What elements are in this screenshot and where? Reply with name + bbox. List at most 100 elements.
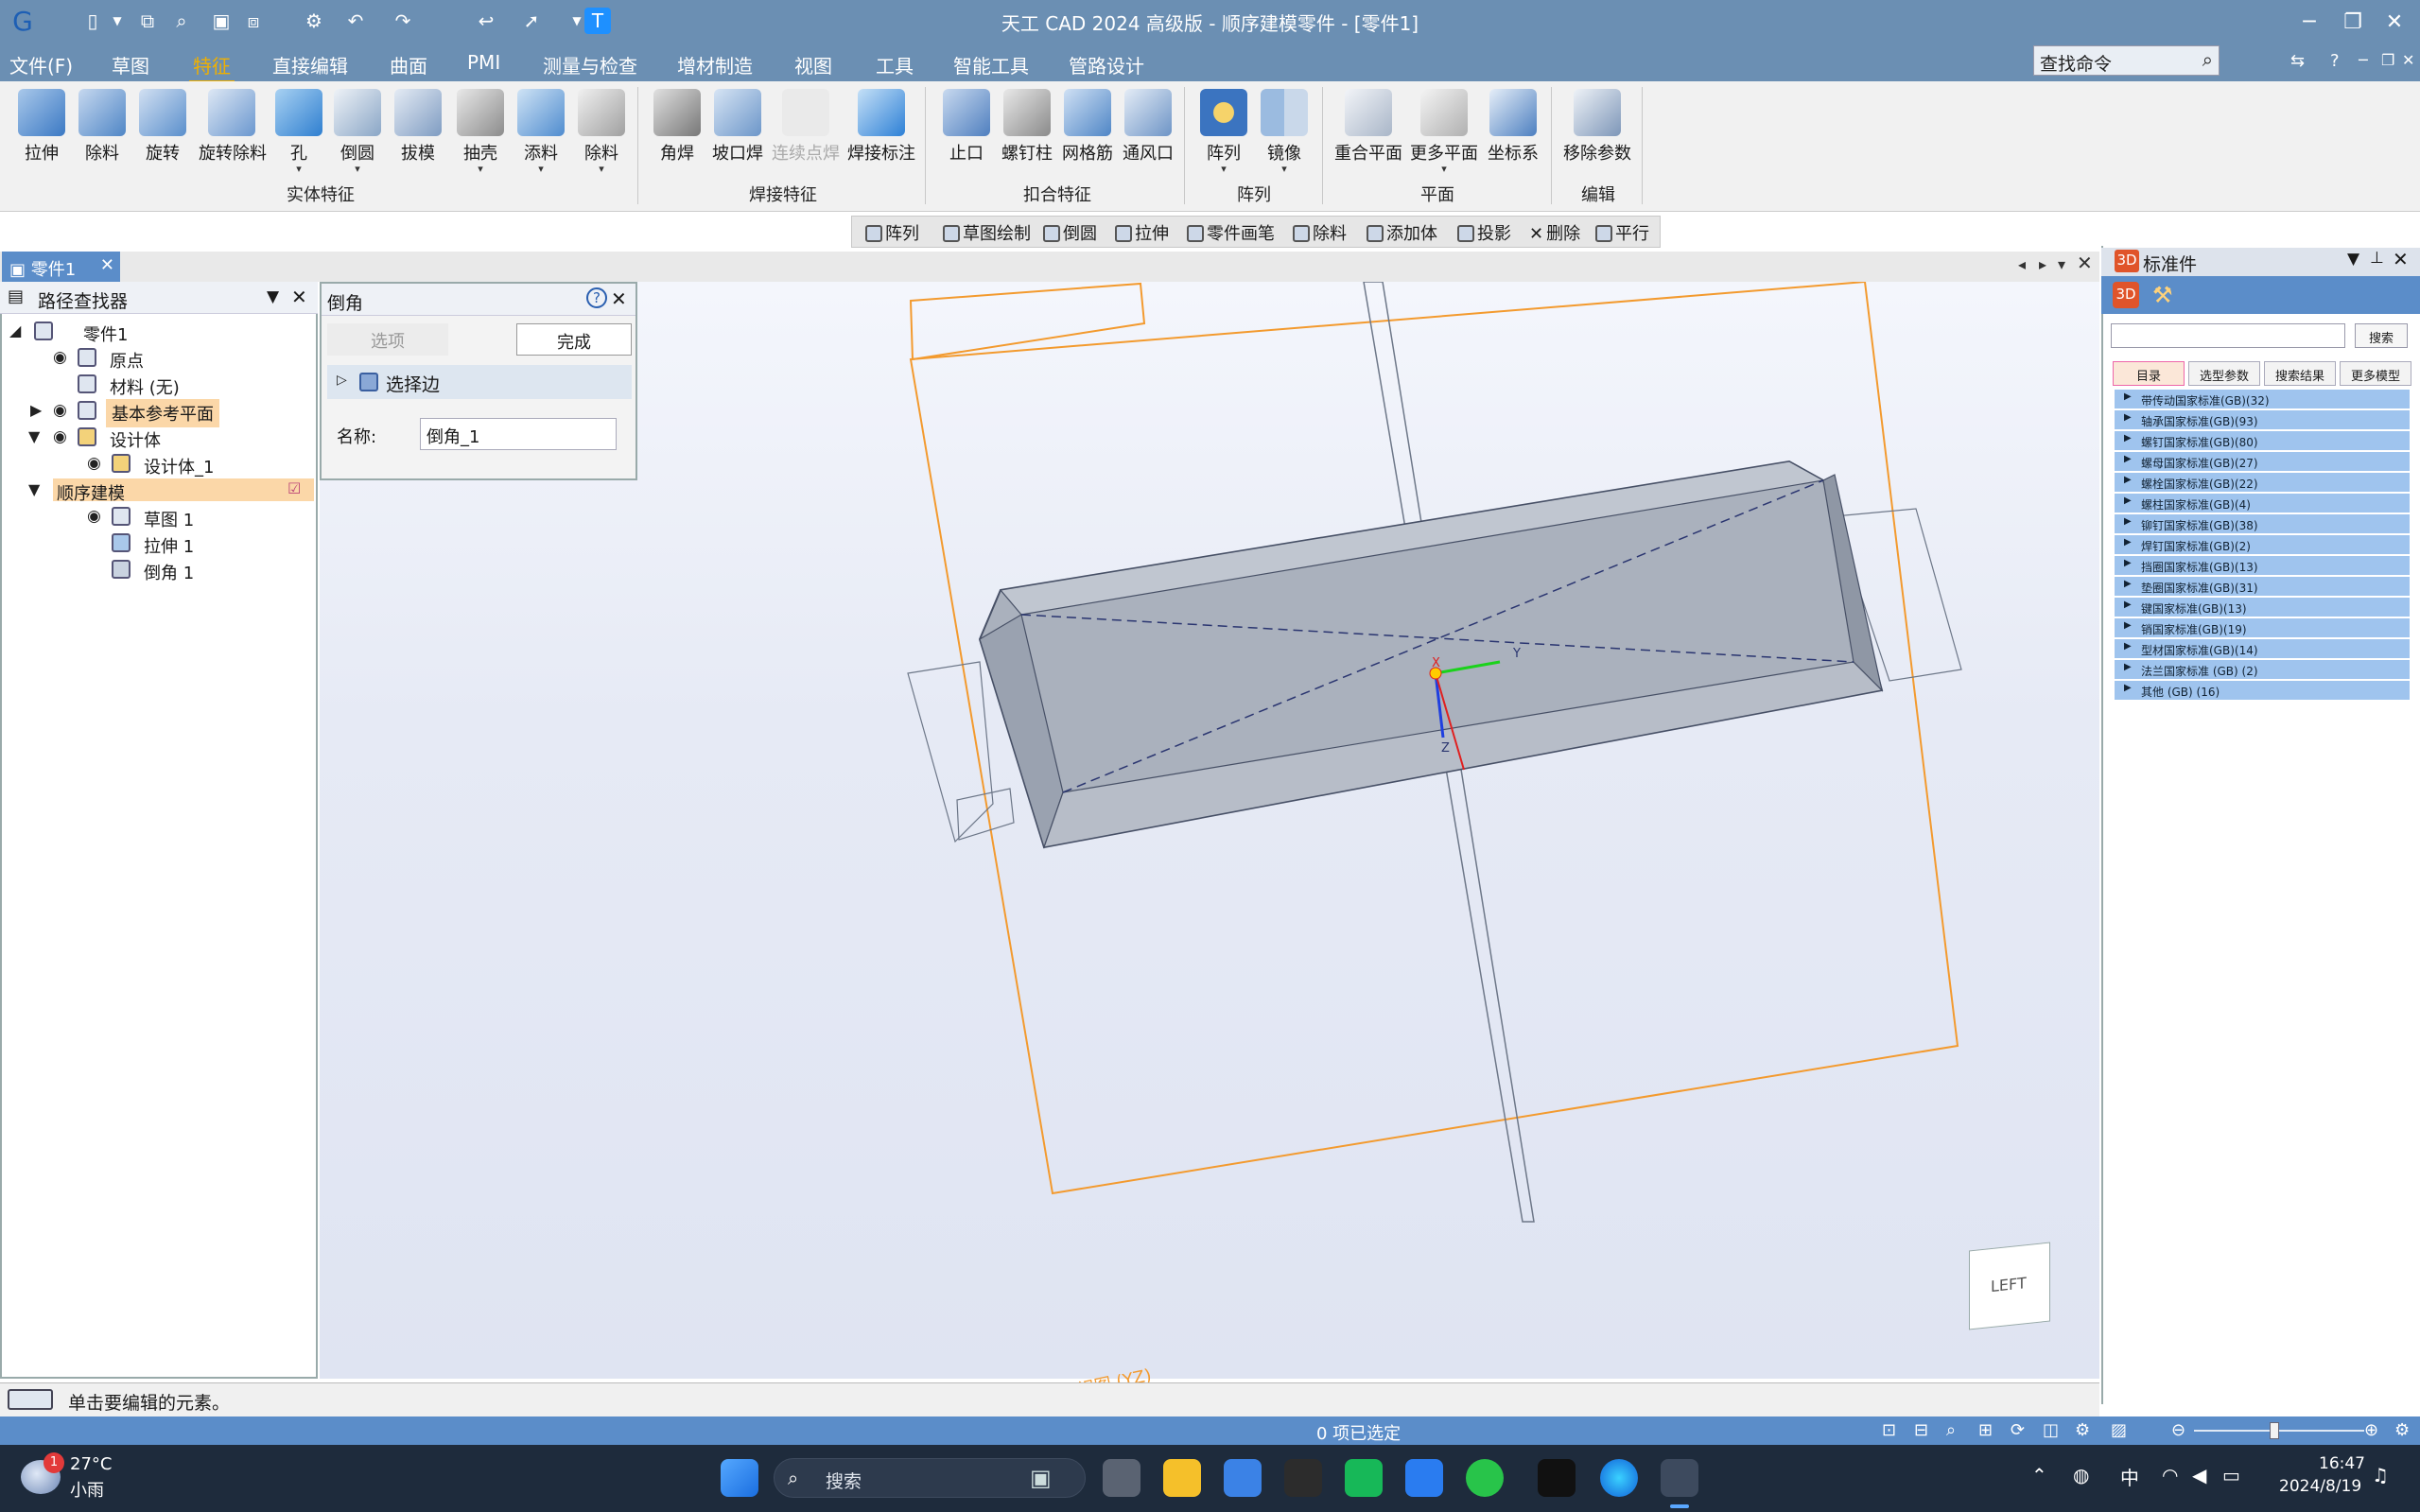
restore-button[interactable]: ❐: [2334, 6, 2372, 38]
coincident-plane-button[interactable]: 重合平面: [1333, 85, 1403, 165]
standard-part-category[interactable]: ▶ 挡圈国家标准(GB)(13): [2115, 556, 2410, 576]
menu-feature[interactable]: 特征: [189, 49, 235, 82]
tray-overflow-icon[interactable]: ⌃: [2031, 1464, 2047, 1486]
name-input[interactable]: 倒角_1: [420, 418, 617, 450]
tray-security-icon[interactable]: ◍: [2073, 1464, 2089, 1486]
expand-triangle-icon[interactable]: ▶: [2124, 475, 2132, 485]
tree-collapse-icon[interactable]: ▼: [28, 480, 40, 498]
mirror-button[interactable]: 镜像 ▾: [1254, 85, 1314, 174]
tree-item-base-planes[interactable]: 基本参考平面: [106, 399, 219, 427]
document-tab-close-icon[interactable]: ✕: [100, 255, 114, 275]
done-button[interactable]: 完成: [516, 323, 632, 356]
green-app-icon[interactable]: [1345, 1459, 1383, 1497]
weather-desc[interactable]: 小雨: [70, 1477, 104, 1502]
visibility-eye-icon[interactable]: ◉: [87, 507, 101, 526]
expand-triangle-icon[interactable]: ▶: [2124, 495, 2132, 506]
menu-view[interactable]: 视图: [791, 49, 836, 80]
command-search-input[interactable]: 查找命令 ⌕: [2033, 45, 2220, 76]
help-icon[interactable]: ?: [2326, 49, 2343, 73]
coordinate-system-button[interactable]: 坐标系: [1483, 85, 1543, 165]
tree-item-extrude-1[interactable]: 拉伸 1: [144, 533, 194, 558]
tab-search-results[interactable]: 搜索结果: [2264, 361, 2336, 386]
settings-icon[interactable]: ⚙: [2075, 1420, 2090, 1440]
view-cube[interactable]: LEFT: [1969, 1242, 2050, 1330]
tab-more-models[interactable]: 更多模型: [2340, 361, 2411, 386]
hole-button[interactable]: 孔 ▾: [269, 85, 329, 174]
menu-direct-edit[interactable]: 直接编辑: [269, 49, 352, 80]
tree-item-design-body[interactable]: 设计体: [110, 427, 161, 452]
boss-button[interactable]: 螺钉柱: [997, 85, 1057, 165]
remove-material-dropdown-icon[interactable]: ▾: [571, 164, 632, 174]
menu-sketch[interactable]: 草图: [108, 49, 153, 80]
zoom-icon[interactable]: ⌕: [1946, 1420, 1956, 1440]
wifi-icon[interactable]: ◠: [2162, 1464, 2178, 1486]
notification-bell-icon[interactable]: ♫: [2372, 1464, 2389, 1486]
expand-triangle-icon[interactable]: ▶: [2124, 516, 2132, 527]
parts-search-input[interactable]: [2111, 323, 2345, 348]
standard-part-category[interactable]: ▶ 带传动国家标准(GB)(32): [2115, 390, 2410, 409]
ctx-delete-button[interactable]: ✕ 删除: [1529, 220, 1580, 245]
clock-date[interactable]: 2024/8/19: [2279, 1477, 2361, 1496]
file-explorer-icon[interactable]: [1163, 1459, 1201, 1497]
spot-weld-button[interactable]: 连续点焊: [772, 85, 840, 165]
standard-part-category[interactable]: ▶ 其他 (GB) (16): [2115, 681, 2410, 701]
standard-part-category[interactable]: ▶ 螺栓国家标准(GB)(22): [2115, 473, 2410, 493]
pattern-button[interactable]: 阵列 ▾: [1193, 85, 1254, 174]
hammer-icon[interactable]: ⚒: [2152, 282, 2173, 308]
tiangong-cad-taskbar-icon[interactable]: [1661, 1459, 1698, 1497]
3d-library-icon[interactable]: 3D: [2113, 282, 2139, 308]
visibility-eye-icon[interactable]: ◉: [87, 454, 101, 473]
minimize-button[interactable]: ─: [2290, 6, 2328, 38]
tree-row-sequential-highlight[interactable]: 顺序建模 ☑: [53, 478, 314, 504]
remove-material-button[interactable]: 除料 ▾: [571, 85, 632, 174]
ctx-extrude-button[interactable]: 拉伸: [1115, 220, 1169, 245]
doc-close-icon[interactable]: ✕: [2398, 49, 2418, 71]
pathfinder-menu-icon[interactable]: ▼: [267, 287, 279, 306]
rotate-icon[interactable]: ⟳: [2011, 1420, 2025, 1440]
standard-part-category[interactable]: ▶ 铆钉国家标准(GB)(38): [2115, 514, 2410, 534]
ctx-project-button[interactable]: 投影: [1457, 220, 1511, 245]
standard-part-category[interactable]: ▶ 销国家标准(GB)(19): [2115, 618, 2410, 638]
menu-smart-tools[interactable]: 智能工具: [949, 49, 1033, 80]
expand-triangle-icon[interactable]: ▶: [2124, 412, 2132, 423]
ctx-pattern-button[interactable]: 阵列: [865, 220, 919, 245]
edge-browser-icon[interactable]: [1600, 1459, 1638, 1497]
start-menu-icon[interactable]: [721, 1459, 758, 1497]
standard-part-category[interactable]: ▶ 轴承国家标准(GB)(93): [2115, 410, 2410, 430]
add-material-dropdown-icon[interactable]: ▾: [511, 164, 571, 174]
expand-triangle-icon[interactable]: ▶: [2124, 620, 2132, 631]
store-icon[interactable]: [1224, 1459, 1262, 1497]
select-edge-step[interactable]: ▷ 选择边: [327, 365, 632, 399]
tree-item-material[interactable]: 材料 (无): [110, 374, 180, 399]
battery-icon[interactable]: ▭: [2222, 1464, 2240, 1486]
standard-part-category[interactable]: ▶ 螺柱国家标准(GB)(4): [2115, 494, 2410, 513]
tree-collapse-icon[interactable]: ◢: [9, 322, 21, 339]
tree-expand-icon[interactable]: ▶: [30, 401, 42, 419]
doc-restore-icon[interactable]: ❐: [2377, 49, 2398, 71]
expand-triangle-icon[interactable]: ▶: [2124, 641, 2132, 652]
view-window-icon[interactable]: ⊟: [1914, 1420, 1928, 1440]
close-button[interactable]: ✕: [2376, 6, 2413, 38]
tab-scroll-left-icon[interactable]: ◂: [2018, 255, 2026, 273]
tree-item-origin[interactable]: 原点: [110, 348, 144, 373]
standard-part-category[interactable]: ▶ 焊钉国家标准(GB)(2): [2115, 535, 2410, 555]
expand-triangle-icon[interactable]: ▶: [2124, 391, 2132, 402]
clock-time[interactable]: 16:47: [2319, 1454, 2365, 1473]
fillet-weld-button[interactable]: 角焊: [647, 85, 707, 165]
chamfer-panel-close-icon[interactable]: ✕: [611, 287, 627, 310]
menu-file[interactable]: 文件(F): [6, 49, 77, 80]
tree-collapse-icon[interactable]: ▼: [28, 427, 40, 445]
mirror-dropdown-icon[interactable]: ▾: [1254, 164, 1314, 174]
revolve-button[interactable]: 旋转: [132, 85, 193, 165]
menu-measure[interactable]: 测量与检查: [539, 49, 641, 80]
swap-icon[interactable]: ⇆: [2287, 49, 2308, 73]
standard-part-category[interactable]: ▶ 螺母国家标准(GB)(27): [2115, 452, 2410, 472]
rib-grid-button[interactable]: 网格筋: [1057, 85, 1118, 165]
ime-indicator[interactable]: 中: [2120, 1463, 2139, 1490]
zoom-slider-track[interactable]: [2194, 1430, 2364, 1432]
ctx-add-body-button[interactable]: 添加体: [1367, 220, 1437, 245]
more-planes-dropdown-icon[interactable]: ▾: [1409, 164, 1479, 174]
pane-close-icon[interactable]: ✕: [2393, 248, 2409, 270]
tree-item-part[interactable]: 零件1: [83, 322, 128, 346]
zoom-settings-icon[interactable]: ⚙: [2394, 1420, 2410, 1440]
